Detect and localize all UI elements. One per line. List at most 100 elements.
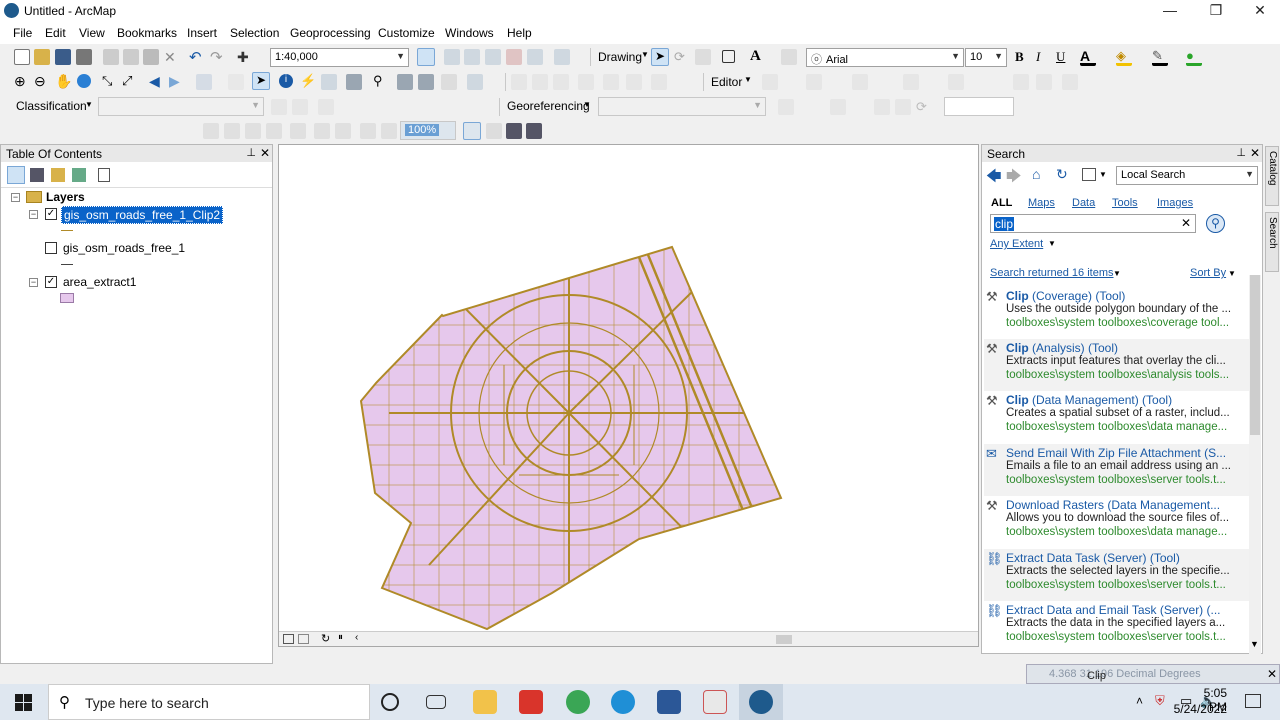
menu-view[interactable]: View	[79, 26, 105, 40]
identify-icon[interactable]: i	[279, 74, 293, 88]
map-scale-combo[interactable]: 1:40,000 ▼	[270, 48, 409, 67]
horizontal-scroll-thumb[interactable]	[776, 635, 792, 644]
search-input[interactable]: clip ✕	[990, 214, 1196, 233]
select-elements-icon[interactable]: ➤	[252, 72, 270, 90]
extent-filter-link[interactable]: Any Extent	[990, 238, 1043, 250]
list-by-visibility-icon[interactable]	[51, 168, 65, 182]
taskbar-date[interactable]: 5/24/2022	[1163, 702, 1227, 716]
time-slider-icon[interactable]	[441, 74, 457, 90]
rectangle-icon[interactable]	[722, 50, 735, 63]
delete-icon[interactable]: ✕	[164, 49, 180, 65]
new-document-icon[interactable]	[14, 49, 30, 65]
underline-button[interactable]: U	[1056, 49, 1065, 65]
line-color-icon[interactable]: ✎	[1152, 48, 1168, 66]
drawing-menu[interactable]: Drawing	[598, 50, 642, 64]
menu-insert[interactable]: Insert	[187, 26, 217, 40]
zoom-out-icon[interactable]: ⊖	[34, 73, 50, 89]
redo-icon[interactable]: ↷	[210, 48, 226, 66]
toolbar-options-icon[interactable]	[554, 49, 570, 65]
search-result-item[interactable]: ⛓ Extract Data and Email Task (Server) (…	[984, 601, 1252, 653]
menu-bookmarks[interactable]: Bookmarks	[117, 26, 177, 40]
arctoolbox-icon[interactable]	[464, 49, 480, 65]
area-extract-polygon[interactable]	[359, 245, 783, 631]
draw-line-icon[interactable]	[781, 49, 797, 65]
change-layout-icon[interactable]	[506, 123, 522, 139]
font-name-combo[interactable]: ⓞ Arial ▼	[806, 48, 964, 67]
search-result-item[interactable]: ✉ Send Email With Zip File Attachment (S…	[984, 444, 1252, 496]
clear-selection-icon[interactable]	[228, 74, 244, 90]
catalog-window-icon[interactable]	[444, 49, 460, 65]
find-binoculars-icon[interactable]: ⚲	[373, 73, 389, 89]
collapse-layer-icon[interactable]: −	[29, 210, 38, 219]
results-scroll-thumb[interactable]	[1250, 275, 1260, 435]
focus-data-frame-icon[interactable]	[486, 123, 502, 139]
select-elements-icon[interactable]: ➤	[651, 48, 669, 66]
font-size-combo[interactable]: 10 ▼	[965, 48, 1007, 67]
home-icon[interactable]: ⌂	[1032, 166, 1040, 182]
go-forward-icon[interactable]: ▶	[169, 73, 185, 89]
layout-view-icon[interactable]	[298, 634, 309, 644]
scroll-left-icon[interactable]: ‹	[355, 632, 358, 643]
toc-options-icon[interactable]	[98, 168, 110, 182]
file-explorer-icon[interactable]	[473, 690, 497, 714]
search-result-item[interactable]: ⚒ Clip (Data Management) (Tool) Creates …	[984, 391, 1252, 443]
list-by-source-icon[interactable]	[30, 168, 44, 182]
select-by-rectangle-icon[interactable]	[196, 74, 212, 90]
classification-menu[interactable]: Classification	[16, 99, 87, 113]
pin-icon[interactable]: ⊥	[1236, 146, 1246, 159]
side-tab-catalog[interactable]: Catalog	[1265, 146, 1279, 206]
go-back-icon[interactable]: ◀	[149, 73, 165, 89]
new-text-icon[interactable]: A	[750, 48, 766, 64]
search-result-item[interactable]: ⚒ Clip (Analysis) (Tool) Extracts input …	[984, 339, 1252, 391]
layer-name-roads-clip[interactable]: gis_osm_roads_free_1_Clip2	[61, 206, 224, 224]
arcmap-taskbar-item[interactable]	[739, 684, 783, 720]
results-scrollbar[interactable]: ▼	[1249, 275, 1261, 655]
scroll-down-icon[interactable]: ▼	[1250, 639, 1259, 649]
measure-icon[interactable]	[346, 74, 362, 90]
modelbuilder-icon[interactable]	[506, 49, 522, 65]
data-driven-pages-icon[interactable]	[526, 123, 542, 139]
python-window-icon[interactable]	[485, 49, 501, 65]
layer-name-roads[interactable]: gis_osm_roads_free_1	[63, 241, 185, 255]
layer-visibility-checkbox[interactable]: ✓	[45, 208, 57, 220]
zoom-whole-page-icon[interactable]	[695, 49, 711, 65]
side-tab-search[interactable]: Search	[1265, 212, 1279, 272]
menu-geoprocessing[interactable]: Geoprocessing	[290, 26, 371, 40]
forward-arrow-icon[interactable]: 🡆	[1006, 166, 1022, 191]
find-route-icon[interactable]	[397, 74, 413, 90]
layer-visibility-checkbox[interactable]: ✓	[45, 276, 57, 288]
refresh-icon[interactable]: ↻	[1056, 166, 1068, 183]
rotate-icon[interactable]: ⟳	[674, 49, 690, 65]
save-icon[interactable]	[55, 49, 71, 65]
collapse-layer-icon[interactable]: −	[29, 278, 38, 287]
close-icon[interactable]: ✕	[1267, 667, 1277, 681]
chrome-icon[interactable]	[566, 690, 590, 714]
notification-center-icon[interactable]	[1245, 694, 1261, 708]
georeferencing-menu[interactable]: Georeferencing	[507, 99, 590, 113]
data-view-icon[interactable]	[283, 634, 294, 644]
tab-all[interactable]: ALL	[991, 197, 1012, 209]
search-result-item[interactable]: ⚒ Download Rasters (Data Management... A…	[984, 496, 1252, 548]
show-hidden-icons-icon[interactable]: ˄	[1136, 694, 1143, 708]
pan-hand-icon[interactable]: ✋	[55, 73, 72, 89]
close-button[interactable]: ✕	[1240, 1, 1280, 21]
paste-icon[interactable]	[143, 49, 159, 65]
acrobat-icon[interactable]	[519, 690, 543, 714]
layers-root-label[interactable]: Layers	[46, 190, 85, 204]
pause-drawing-icon[interactable]: ⏸	[338, 632, 343, 643]
minimize-button[interactable]: —	[1150, 1, 1190, 21]
menu-file[interactable]: File	[13, 26, 32, 40]
clear-search-icon[interactable]: ✕	[1181, 216, 1191, 230]
menu-customize[interactable]: Customize	[378, 26, 435, 40]
search-result-item[interactable]: ⚒ Clip (Coverage) (Tool) Uses the outsid…	[984, 287, 1252, 339]
view-options-icon[interactable]	[1082, 168, 1096, 181]
go-to-xy-icon[interactable]	[418, 74, 434, 90]
sort-by-link[interactable]: Sort By	[1190, 267, 1226, 279]
menu-edit[interactable]: Edit	[45, 26, 66, 40]
menu-selection[interactable]: Selection	[230, 26, 279, 40]
marker-color-icon[interactable]: ●	[1186, 48, 1202, 66]
add-data-icon[interactable]: ✚	[237, 49, 253, 65]
open-folder-icon[interactable]	[34, 49, 50, 65]
list-by-selection-icon[interactable]	[72, 168, 86, 182]
task-view-icon[interactable]	[426, 695, 446, 709]
